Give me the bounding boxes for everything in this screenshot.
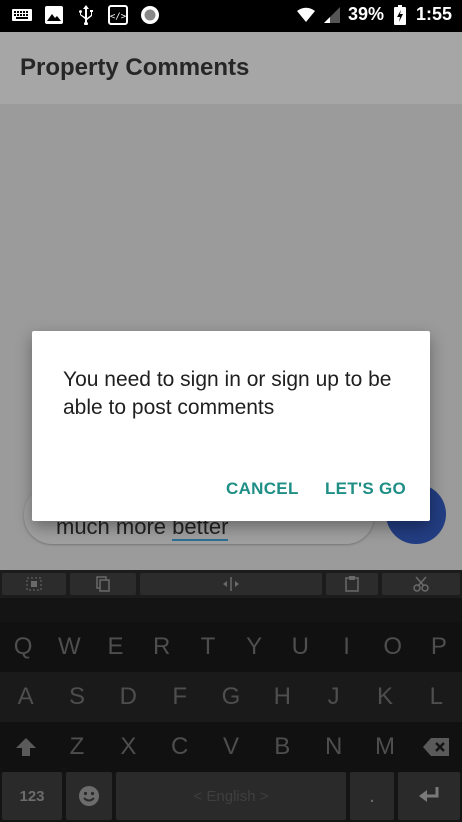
key-v[interactable]: V (205, 722, 256, 772)
enter-icon[interactable] (398, 772, 460, 820)
key-row-1: Q W E R T Y U I O P (0, 622, 462, 672)
svg-text:</>: </> (110, 12, 127, 22)
key-k[interactable]: K (359, 672, 410, 722)
key-l[interactable]: L (411, 672, 462, 722)
key-row-3: Z X C V B N M (0, 722, 462, 772)
shift-icon[interactable] (0, 722, 51, 772)
notification-icons: </> (12, 5, 160, 25)
wifi-icon (296, 5, 316, 25)
sign-in-dialog: You need to sign in or sign up to be abl… (32, 331, 430, 521)
key-z[interactable]: Z (51, 722, 102, 772)
key-q[interactable]: Q (0, 622, 46, 672)
dialog-message: You need to sign in or sign up to be abl… (63, 368, 392, 419)
key-e[interactable]: E (92, 622, 138, 672)
lets-go-button[interactable]: LET'S GO (325, 479, 406, 499)
copy-icon[interactable] (70, 573, 136, 595)
key-x[interactable]: X (103, 722, 154, 772)
period-key[interactable]: . (350, 772, 394, 820)
key-f[interactable]: F (154, 672, 205, 722)
key-p[interactable]: P (416, 622, 462, 672)
key-m[interactable]: M (359, 722, 410, 772)
key-i[interactable]: I (323, 622, 369, 672)
image-icon (44, 5, 64, 25)
code-icon: </> (108, 5, 128, 25)
key-d[interactable]: D (103, 672, 154, 722)
key-h[interactable]: H (257, 672, 308, 722)
status-bar: </> 39% 1:55 (0, 0, 462, 32)
page-title: Property Comments (20, 54, 250, 81)
key-u[interactable]: U (277, 622, 323, 672)
key-o[interactable]: O (370, 622, 416, 672)
paste-icon[interactable] (326, 573, 378, 595)
cut-icon[interactable] (382, 573, 460, 595)
key-n[interactable]: N (308, 722, 359, 772)
keyboard-toolbar (0, 570, 462, 598)
clock: 1:55 (415, 4, 452, 24)
key-b[interactable]: B (257, 722, 308, 772)
system-icons: 39% 1:55 (296, 4, 452, 25)
select-all-icon[interactable] (2, 573, 66, 595)
app-bar: Property Comments (0, 32, 462, 104)
numbers-key[interactable]: 123 (2, 772, 62, 820)
soft-keyboard: Q W E R T Y U I O P A S D F G H J K L Z … (0, 570, 462, 822)
cancel-button[interactable]: CANCEL (226, 479, 299, 499)
usb-icon (76, 5, 96, 25)
key-t[interactable]: T (185, 622, 231, 672)
battery-charging-icon (390, 4, 410, 25)
key-w[interactable]: W (46, 622, 92, 672)
key-r[interactable]: R (139, 622, 185, 672)
key-c[interactable]: C (154, 722, 205, 772)
cursor-icon[interactable] (140, 573, 322, 595)
space-bar[interactable]: < English > (116, 772, 346, 820)
key-g[interactable]: G (205, 672, 256, 722)
emoji-icon[interactable] (66, 772, 112, 820)
key-s[interactable]: S (51, 672, 102, 722)
key-row-2: A S D F G H J K L (0, 672, 462, 722)
key-a[interactable]: A (0, 672, 51, 722)
key-y[interactable]: Y (231, 622, 277, 672)
keyboard-icon (12, 5, 32, 25)
backspace-icon[interactable] (411, 722, 462, 772)
battery-percent: 39% (347, 4, 384, 24)
signal-icon (322, 5, 342, 25)
record-icon (140, 5, 160, 25)
key-j[interactable]: J (308, 672, 359, 722)
space-bar-label: < English > (193, 787, 269, 805)
